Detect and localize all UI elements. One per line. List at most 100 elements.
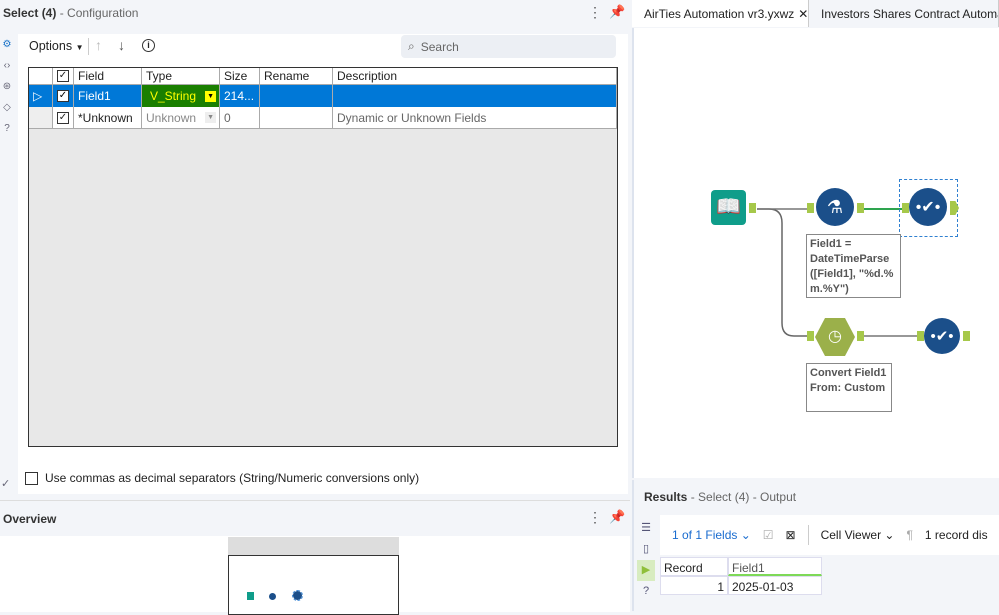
output-anchor[interactable] <box>963 331 970 341</box>
chevron-down-icon[interactable]: ▼ <box>205 112 216 123</box>
col-field1[interactable]: Field1 <box>728 557 822 576</box>
record-info: 1 record dis <box>924 528 988 542</box>
more-icon[interactable]: ⋮ <box>588 509 602 526</box>
overview-viewport[interactable] <box>228 537 399 555</box>
table-row[interactable]: ✓ *Unknown Unknown ▼ 0 Dynamic or Unknow… <box>29 107 617 129</box>
fields-dropdown[interactable]: 1 of 1 Fields ⌄ <box>672 528 751 542</box>
input-data-tool[interactable]: 📖 <box>711 190 746 225</box>
move-up-icon[interactable]: ↑ <box>95 37 102 53</box>
record-number: 1 <box>660 576 728 595</box>
commas-label: Use commas as decimal separators (String… <box>45 471 420 485</box>
help-icon[interactable]: ? <box>0 118 14 139</box>
input-anchor[interactable] <box>807 203 814 213</box>
field-name[interactable]: *Unknown <box>74 107 142 128</box>
formula-annotation: Field1 = DateTimeParse ([Field1], "%d.% … <box>806 234 901 298</box>
metadata-icon[interactable]: ▯ <box>637 539 655 560</box>
cell-viewer-label: Cell Viewer <box>820 528 882 542</box>
close-icon[interactable]: ✕ <box>798 7 808 21</box>
options-button[interactable]: Options ▼ <box>29 39 84 53</box>
pilcrow-icon[interactable]: ¶ <box>906 528 912 542</box>
tab-label: Investors Shares Contract Automation <box>821 6 998 21</box>
type-select[interactable]: Unknown ▼ <box>142 107 220 128</box>
col-description[interactable]: Description <box>333 68 617 84</box>
description-value[interactable]: Dynamic or Unknown Fields <box>333 107 617 128</box>
search-icon: ⌕ <box>408 39 415 53</box>
output-anchor[interactable] <box>857 331 864 341</box>
connection-icon[interactable]: ⊛ <box>0 76 14 97</box>
pin-icon[interactable]: 📌 <box>609 4 625 20</box>
type-value: V_String <box>150 89 197 103</box>
gear-icon[interactable]: ⚙ <box>0 34 14 55</box>
cell-viewer-dropdown[interactable]: Cell Viewer ⌄ <box>821 528 895 542</box>
move-down-icon[interactable]: ↓ <box>118 37 125 53</box>
row-pointer-icon: ▷ <box>29 85 53 107</box>
field-name[interactable]: Field1 <box>74 85 142 107</box>
results-side-strip: ☰ ▯ ▶ ? <box>637 518 655 602</box>
results-title: Results <box>644 490 688 504</box>
row-indicator <box>29 107 53 128</box>
datetime-annotation: Convert Field1 From: Custom <box>806 363 892 412</box>
help-icon[interactable]: ? <box>637 581 655 602</box>
code-icon[interactable]: ‹› <box>0 55 14 76</box>
check-icon[interactable]: ☑ <box>763 528 774 542</box>
config-header: Select (4) - Configuration <box>3 6 138 20</box>
fields-label: 1 of 1 Fields <box>672 528 738 542</box>
tab-investors[interactable]: Investors Shares Contract Automation <box>809 0 999 27</box>
col-type[interactable]: Type <box>142 68 220 84</box>
size-value[interactable]: 0 <box>220 107 260 128</box>
tag-icon[interactable]: ◇ <box>0 97 14 118</box>
overview-title: Overview <box>3 512 57 526</box>
input-anchor[interactable] <box>902 203 909 213</box>
chevron-down-icon[interactable]: ▼ <box>205 90 216 102</box>
tab-bar: AirTies Automation vr3.yxwz ✕ Investors … <box>632 0 999 27</box>
output-anchor[interactable] <box>749 203 756 213</box>
deselect-icon[interactable]: ⊠ <box>786 528 796 542</box>
info-icon[interactable]: i <box>142 39 155 52</box>
row-checkbox[interactable]: ✓ <box>53 107 74 128</box>
more-icon[interactable]: ⋮ <box>588 4 602 21</box>
results-panel: Results - Select (4) - Output ☰ ▯ ▶ ? 1 … <box>632 480 999 611</box>
size-value[interactable]: 214... <box>220 85 260 107</box>
overview-minimap[interactable] <box>228 555 399 615</box>
check-circle-icon[interactable]: ✓ <box>1 477 10 490</box>
results-subtitle: - Select (4) - Output <box>690 490 797 504</box>
data-icon[interactable]: ▶ <box>637 560 655 581</box>
results-header: Results - Select (4) - Output <box>644 490 796 504</box>
table-row[interactable]: 1 2025-01-03 <box>660 576 999 595</box>
field1-value[interactable]: 2025-01-03 <box>728 576 822 595</box>
select-tool[interactable]: •✔• <box>924 318 960 354</box>
overview-panel: Overview ⋮ 📌 <box>0 500 630 615</box>
search-input[interactable]: ⌕ Search <box>401 35 616 58</box>
select-all-checkbox[interactable]: ✓ <box>53 68 74 84</box>
commas-checkbox[interactable]: Use commas as decimal separators (String… <box>25 471 419 485</box>
output-anchor[interactable] <box>857 203 864 213</box>
search-placeholder: Search <box>420 39 459 54</box>
list-icon[interactable]: ☰ <box>637 518 655 539</box>
divider <box>807 525 809 545</box>
pin-icon[interactable]: 📌 <box>609 509 625 525</box>
tab-label: AirTies Automation vr3.yxwz <box>644 6 795 21</box>
checkbox[interactable] <box>25 471 38 485</box>
rename-value[interactable] <box>260 85 333 107</box>
col-size[interactable]: Size <box>220 68 260 84</box>
col-rename[interactable]: Rename <box>260 68 333 84</box>
col-field[interactable]: Field <box>74 68 142 84</box>
config-panel: Select (4) - Configuration ⋮ 📌 ⚙ ‹› ⊛ ◇ … <box>0 0 630 497</box>
config-subtitle: - Configuration <box>59 6 139 20</box>
divider <box>88 38 89 55</box>
config-title: Select (4) <box>3 6 57 20</box>
tab-airties[interactable]: AirTies Automation vr3.yxwz ✕ <box>632 0 809 27</box>
type-select[interactable]: V_String ▼ <box>142 85 220 107</box>
description-value[interactable] <box>333 85 617 107</box>
workflow-canvas[interactable]: 📖 ⚗ •✔• Field1 = DateTimeParse ([Field1]… <box>632 28 999 478</box>
select-tool[interactable]: •✔• <box>909 188 947 226</box>
input-anchor[interactable] <box>917 331 924 341</box>
table-row[interactable]: ▷ ✓ Field1 V_String ▼ 214... <box>29 85 617 107</box>
row-checkbox[interactable]: ✓ <box>53 85 74 107</box>
rename-value[interactable] <box>260 107 333 128</box>
formula-tool[interactable]: ⚗ <box>816 188 854 226</box>
type-value: Unknown <box>146 110 197 125</box>
input-anchor[interactable] <box>807 331 814 341</box>
row-indicator-header <box>29 68 53 84</box>
col-record[interactable]: Record <box>660 557 728 576</box>
